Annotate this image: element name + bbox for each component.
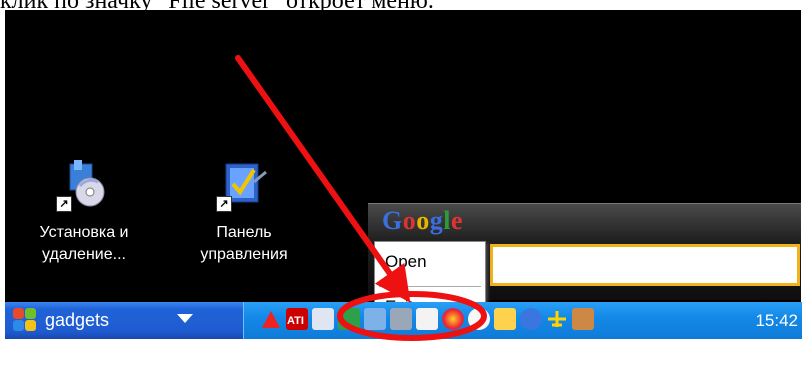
logo-letter: o xyxy=(416,206,430,235)
display-icon[interactable] xyxy=(338,308,360,330)
system-tray: ATI 15:42 xyxy=(243,302,802,339)
gadgets-label: gadgets xyxy=(45,309,110,330)
shortcut-arrow-icon: ↗ xyxy=(216,196,232,212)
control-panel-icon: ↗ xyxy=(216,160,268,212)
media-icon[interactable] xyxy=(416,308,438,330)
google-logo: Google xyxy=(382,206,463,236)
acrobat-icon[interactable] xyxy=(260,308,282,330)
logo-letter: e xyxy=(450,206,464,235)
icon-label-line1: Панель xyxy=(216,224,272,241)
logo-letter: l xyxy=(443,206,451,235)
icon-label-line2: управления xyxy=(200,246,288,263)
dog-icon[interactable] xyxy=(468,308,490,330)
pen-icon[interactable] xyxy=(390,308,412,330)
logo-letter: o xyxy=(402,206,417,235)
desktop-icon-control-panel[interactable]: ↗ Панель управления xyxy=(179,160,309,266)
gadgets-button[interactable]: gadgets xyxy=(13,306,109,334)
google-search-input[interactable] xyxy=(490,244,800,286)
notes-icon[interactable] xyxy=(494,308,516,330)
user-icon[interactable] xyxy=(572,308,594,330)
menu-separator xyxy=(379,286,481,287)
taskbar: gadgets ATI 15:42 xyxy=(5,302,802,339)
logo-letter: g xyxy=(429,206,444,235)
icon-label-line2: удаление... xyxy=(42,246,126,263)
taskbar-clock: 15:42 xyxy=(755,311,798,330)
gadgets-clover-icon xyxy=(13,308,37,332)
svg-text:ATI: ATI xyxy=(287,315,304,327)
shortcut-arrow-icon: ↗ xyxy=(56,196,72,212)
feather-icon[interactable] xyxy=(364,308,386,330)
add-remove-programs-icon: ↗ xyxy=(56,160,108,212)
desktop-icon-add-remove-programs[interactable]: ↗ Установка и удаление... xyxy=(19,160,149,266)
plane-icon[interactable] xyxy=(546,308,568,330)
swirl-icon[interactable] xyxy=(442,308,464,330)
icon-label-line1: Установка и xyxy=(39,224,129,241)
logo-letter: G xyxy=(382,206,403,235)
help-icon[interactable] xyxy=(520,308,542,330)
menu-item-open[interactable]: Open xyxy=(385,252,427,272)
network-icon[interactable] xyxy=(312,308,334,330)
ati-icon[interactable]: ATI xyxy=(286,308,308,330)
chevron-down-icon[interactable] xyxy=(177,314,193,323)
